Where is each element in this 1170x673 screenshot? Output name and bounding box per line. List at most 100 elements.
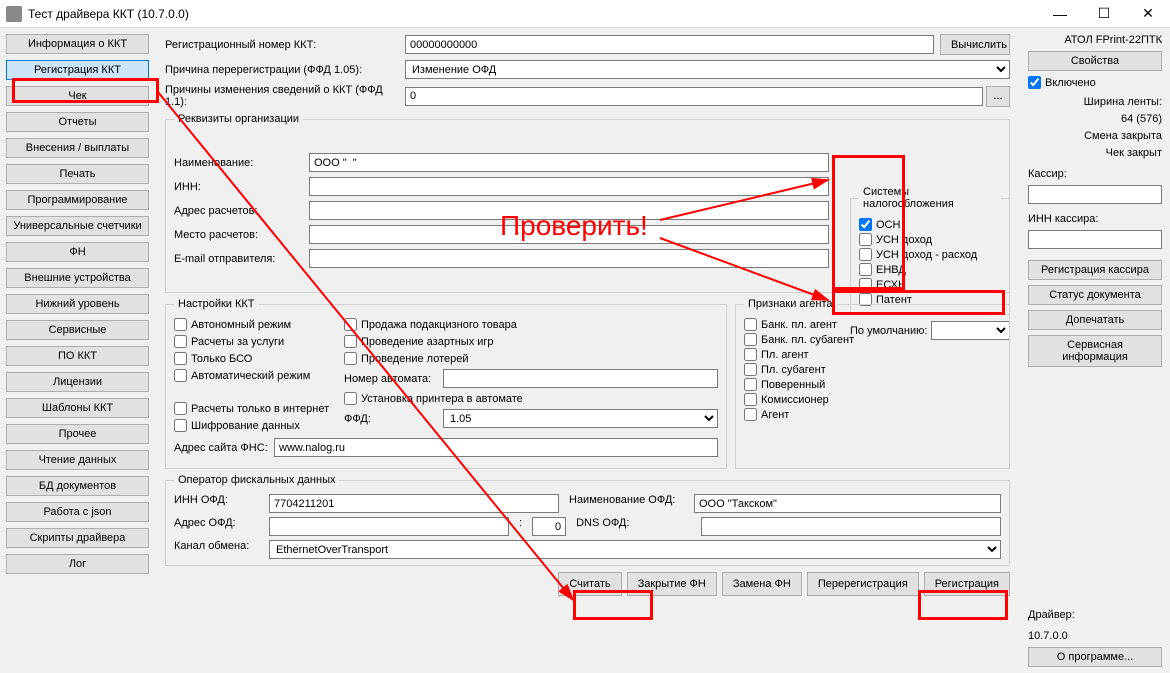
nav-универсальные-счетчики[interactable]: Универсальные счетчики [6, 216, 149, 236]
ofd-port-input[interactable] [532, 517, 566, 536]
bottom-buttons: СчитатьЗакрытие ФНЗамена ФНПеререгистрац… [165, 572, 1010, 596]
nav-прочее[interactable]: Прочее [6, 424, 149, 444]
ofd-inn-input[interactable] [269, 494, 559, 513]
nav-работа-с-json[interactable]: Работа с json [6, 502, 149, 522]
tax-0[interactable]: ОСН [859, 218, 1001, 231]
bottom-btn-3[interactable]: Перерегистрация [807, 572, 919, 596]
nav-скрипты-драйвера[interactable]: Скрипты драйвера [6, 528, 149, 548]
ofd-name-label: Наименование ОФД: [569, 494, 684, 513]
automat-input[interactable] [443, 369, 718, 388]
nav-бд-документов[interactable]: БД документов [6, 476, 149, 496]
reasons11-more-button[interactable]: ... [986, 86, 1010, 107]
org-place-label: Место расчетов: [174, 229, 309, 241]
ofd-dns-input[interactable] [701, 517, 1001, 536]
app-icon [6, 6, 22, 22]
tape-width-label: Ширина ленты: [1028, 96, 1162, 108]
chk-lottery[interactable]: Проведение лотерей [344, 352, 718, 365]
chk-autonomous[interactable]: Автономный режим [174, 318, 334, 331]
bottom-btn-0[interactable]: Считать [558, 572, 621, 596]
org-addr-input[interactable] [309, 201, 829, 220]
bottom-btn-4[interactable]: Регистрация [924, 572, 1010, 596]
reg-num-input[interactable] [405, 35, 934, 54]
reasons11-label: Причины изменения сведений о ККТ (ФФД 1.… [165, 84, 405, 108]
ofd-addr-input[interactable] [269, 517, 509, 536]
nav-программирование[interactable]: Программирование [6, 190, 149, 210]
chk-encryption[interactable]: Шифрование данных [174, 419, 334, 432]
doc-status-button[interactable]: Статус документа [1028, 285, 1162, 305]
titlebar: Тест драйвера ККТ (10.7.0.0) — ☐ ✕ [0, 0, 1170, 28]
chk-printer-in-automat[interactable]: Установка принтера в автомате [344, 392, 718, 405]
nav-sidebar: Информация о ККТ Регистрация ККТ Чек Отчеты… [0, 28, 155, 673]
tax-2[interactable]: УСН доход - расход [859, 248, 1001, 261]
agent-0[interactable]: Банк. пл. агент [744, 318, 1001, 331]
agent-legend: Признаки агента [744, 298, 837, 310]
agent-3[interactable]: Пл. субагент [744, 363, 1001, 376]
bottom-btn-1[interactable]: Закрытие ФН [627, 572, 717, 596]
nav-печать[interactable]: Печать [6, 164, 149, 184]
ofd-channel-label: Канал обмена: [174, 540, 259, 559]
agent-2[interactable]: Пл. агент [744, 348, 1001, 361]
chk-automatic[interactable]: Автоматический режим [174, 369, 334, 382]
window-controls: — ☐ ✕ [1038, 0, 1170, 28]
cashier-input[interactable] [1028, 185, 1162, 204]
fns-label: Адрес сайта ФНС: [174, 442, 274, 454]
org-inn-input[interactable] [309, 177, 829, 196]
nav-чек[interactable]: Чек [6, 86, 149, 106]
shift-status: Смена закрыта [1028, 130, 1162, 142]
chk-internet-only[interactable]: Расчеты только в интернет [174, 402, 334, 415]
chk-bso[interactable]: Только БСО [174, 352, 334, 365]
tax-4[interactable]: ЕСХН [859, 278, 1001, 291]
chk-gambling[interactable]: Проведение азартных игр [344, 335, 718, 348]
nav-шаблоны-ккт[interactable]: Шаблоны ККТ [6, 398, 149, 418]
org-addr-label: Адрес расчетов: [174, 205, 309, 217]
enabled-checkbox[interactable]: Включено [1028, 76, 1162, 89]
ofd-name-input[interactable] [694, 494, 1001, 513]
org-email-input[interactable] [309, 249, 829, 268]
agent-1[interactable]: Банк. пл. субагент [744, 333, 1001, 346]
nav-внешние-устройства[interactable]: Внешние устройства [6, 268, 149, 288]
about-button[interactable]: О программе... [1028, 647, 1162, 667]
org-name-input[interactable] [309, 153, 829, 172]
nav-фн[interactable]: ФН [6, 242, 149, 262]
nav-сервисные[interactable]: Сервисные [6, 320, 149, 340]
service-info-button[interactable]: Сервисная информация [1028, 335, 1162, 367]
driver-label: Драйвер: [1028, 609, 1162, 621]
agent-6[interactable]: Агент [744, 408, 1001, 421]
nav-регистрация-ккт[interactable]: Регистрация ККТ [6, 60, 149, 80]
nav-по-ккт[interactable]: ПО ККТ [6, 346, 149, 366]
org-legend: Реквизиты организации [174, 113, 303, 125]
settings-fieldset: Настройки ККТ Автономный режим Расчеты з… [165, 298, 727, 469]
tax-3[interactable]: ЕНВД [859, 263, 1001, 276]
settings-legend: Настройки ККТ [174, 298, 259, 310]
minimize-button[interactable]: — [1038, 0, 1082, 28]
tax-1[interactable]: УСН доход [859, 233, 1001, 246]
window-title: Тест драйвера ККТ (10.7.0.0) [28, 7, 1038, 21]
ofd-channel-combo[interactable]: EthernetOverTransport [269, 540, 1001, 559]
cashier-inn-input[interactable] [1028, 230, 1162, 249]
calc-button[interactable]: Вычислить [940, 34, 1010, 55]
agent-5[interactable]: Комиссионер [744, 393, 1001, 406]
reg-cashier-button[interactable]: Регистрация кассира [1028, 260, 1162, 280]
chk-services[interactable]: Расчеты за услуги [174, 335, 334, 348]
bottom-btn-2[interactable]: Замена ФН [722, 572, 802, 596]
nav-внесения-выплаты[interactable]: Внесения / выплаты [6, 138, 149, 158]
org-email-label: E-mail отправителя: [174, 253, 309, 265]
agent-4[interactable]: Поверенный [744, 378, 1001, 391]
nav-лог[interactable]: Лог [6, 554, 149, 574]
nav-чтение-данных[interactable]: Чтение данных [6, 450, 149, 470]
org-place-input[interactable] [309, 225, 829, 244]
nav-нижний-уровень[interactable]: Нижний уровень [6, 294, 149, 314]
rereg-reason-combo[interactable]: Изменение ОФД [405, 60, 1010, 79]
fns-input[interactable] [274, 438, 718, 457]
maximize-button[interactable]: ☐ [1082, 0, 1126, 28]
nav-отчеты[interactable]: Отчеты [6, 112, 149, 132]
nav-информация-о-ккт[interactable]: Информация о ККТ [6, 34, 149, 54]
properties-button[interactable]: Свойства [1028, 51, 1162, 71]
reasons11-input[interactable] [405, 87, 983, 106]
chk-excise[interactable]: Продажа подакцизного товара [344, 318, 718, 331]
reprint-button[interactable]: Допечатать [1028, 310, 1162, 330]
cashier-label: Кассир: [1028, 168, 1162, 180]
close-button[interactable]: ✕ [1126, 0, 1170, 28]
nav-лицензии[interactable]: Лицензии [6, 372, 149, 392]
ffd-combo[interactable]: 1.05 [443, 409, 718, 428]
